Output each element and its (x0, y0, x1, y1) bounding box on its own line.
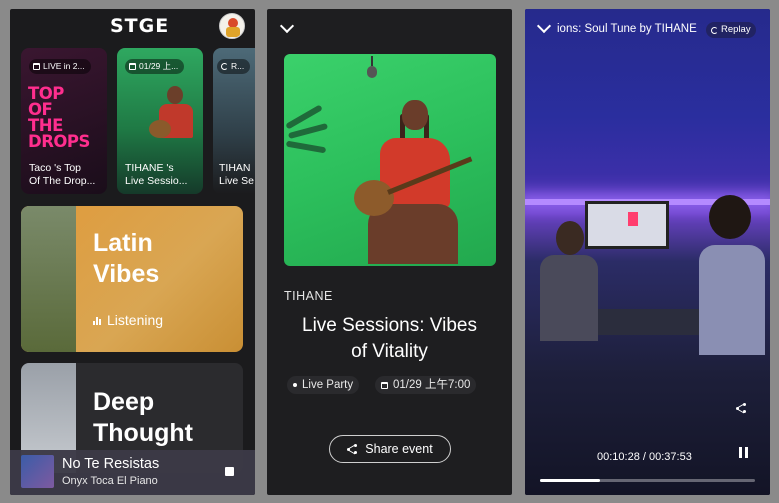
share-event-label: Share event (365, 442, 433, 456)
performer (695, 195, 765, 355)
equalizer-icon (93, 316, 101, 325)
event-type-chip: Live Party (287, 376, 360, 394)
mini-player[interactable]: No Te Resistas Onyx Toca El Piano (10, 450, 255, 495)
replay-icon (221, 63, 228, 70)
performer (540, 221, 598, 341)
playlist-artist-photo (21, 206, 76, 352)
album-art (21, 455, 54, 488)
pause-icon (739, 447, 742, 458)
video-player-screen: ions: Soul Tune by TIHANE Replay 00:10:2… (525, 9, 770, 495)
artist-name[interactable]: TIHANE (284, 289, 333, 303)
event-card-title: TIHANE 's Live Sessio... (125, 162, 188, 187)
playlist-title: Deep Thought (93, 388, 193, 447)
event-art-text: TOP OF THE DROPS (28, 84, 90, 151)
pause-button[interactable] (737, 446, 751, 460)
event-badge: LIVE in 2... (29, 59, 91, 74)
share-event-button[interactable]: Share event (329, 435, 451, 463)
event-card-tihane-replay[interactable]: R... TIHAN Live Se (213, 48, 255, 194)
microphone (367, 56, 377, 78)
listening-status: Listening (93, 312, 163, 328)
now-playing-title: No Te Resistas (62, 456, 160, 472)
stop-icon (225, 467, 234, 476)
calendar-icon (129, 63, 136, 70)
calendar-icon (381, 381, 388, 389)
progress-fill (540, 479, 600, 482)
playback-time: 00:10:28 / 00:37:53 (597, 451, 692, 463)
progress-bar[interactable] (540, 479, 755, 482)
event-detail-screen: TIHANE Live Sessions: Vibes of Vitality … (267, 9, 512, 495)
video-title: ions: Soul Tune by TIHANE (557, 23, 697, 35)
home-screen: STGE TOP OF THE DROPS LIVE in 2... Taco … (10, 9, 255, 495)
share-icon[interactable] (736, 403, 746, 414)
app-logo: STGE (110, 15, 170, 37)
event-card-title: Taco 's Top Of The Drop... (29, 162, 96, 187)
calendar-icon (33, 63, 40, 70)
event-title: Live Sessions: Vibes of Vitality (302, 315, 477, 362)
video-frame[interactable] (525, 9, 770, 495)
playlist-title: Latin Vibes (93, 229, 160, 288)
replay-badge: Replay (706, 22, 756, 38)
playlist-card-latin-vibes[interactable]: Latin Vibes Listening (21, 206, 243, 352)
dot-icon (293, 383, 297, 387)
event-card-tihane[interactable]: 01/29 上... TIHANE 's Live Sessio... (117, 48, 203, 194)
chevron-down-icon[interactable] (279, 18, 295, 34)
share-icon (347, 444, 358, 455)
stop-button[interactable] (220, 462, 240, 482)
event-badge: 01/29 上... (125, 59, 185, 74)
event-card-title: TIHAN Live Se (219, 162, 255, 187)
event-card-top-drops[interactable]: TOP OF THE DROPS LIVE in 2... Taco 's To… (21, 48, 107, 194)
event-hero-image (284, 54, 496, 266)
replay-icon (711, 26, 718, 34)
profile-avatar[interactable] (219, 13, 245, 39)
now-playing-artist: Onyx Toca El Piano (62, 475, 158, 487)
event-badge: R... (217, 59, 251, 74)
app-header: STGE (10, 9, 255, 43)
event-date-chip: 01/29 上午7:00 (375, 376, 477, 394)
